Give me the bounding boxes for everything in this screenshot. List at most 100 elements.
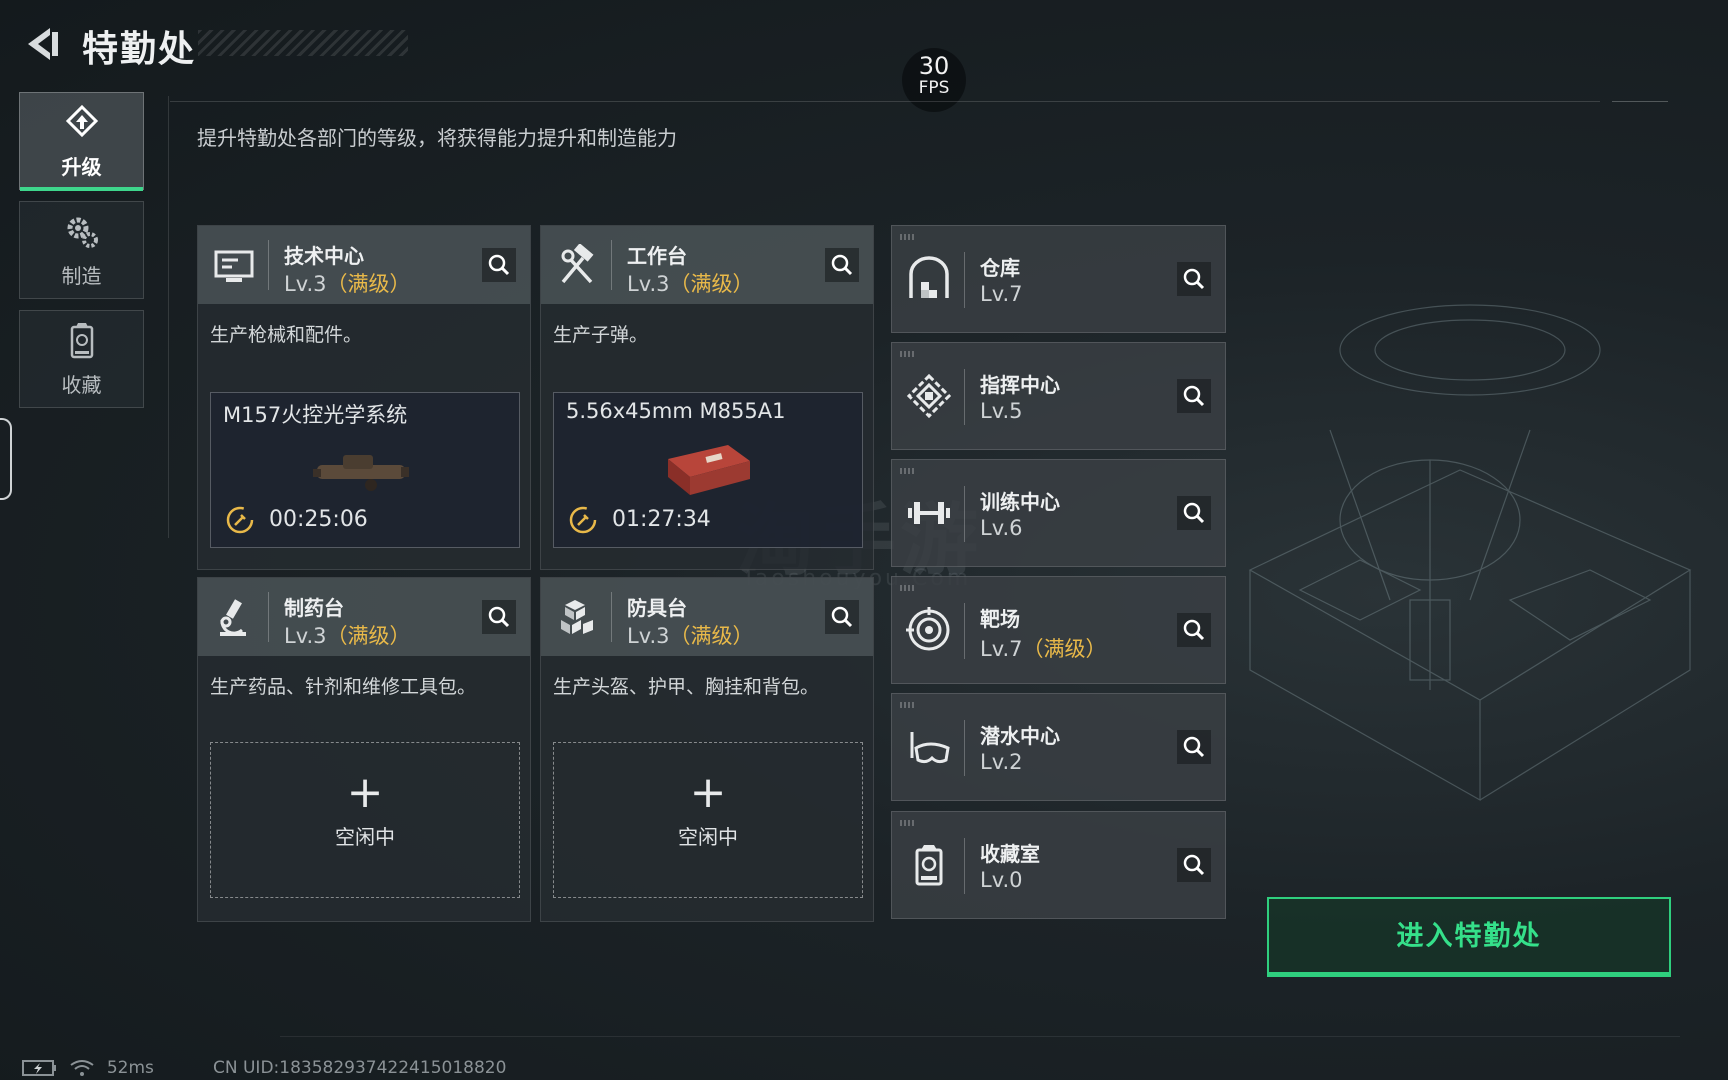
facility-name: 技术中心 xyxy=(284,244,364,268)
facility-level: Lv.3（满级） xyxy=(627,620,754,650)
header-separator xyxy=(964,486,965,542)
facility-card-command-center[interactable]: 指挥中心 Lv.5 xyxy=(891,342,1226,450)
side-drawer-handle[interactable] xyxy=(0,418,12,500)
blocks-icon xyxy=(561,600,593,634)
facility-name: 防具台 xyxy=(627,596,687,620)
search-icon xyxy=(831,606,853,628)
facility-description: 生产头盔、护甲、胸挂和背包。 xyxy=(553,676,820,698)
facility-name: 仓库 xyxy=(980,256,1020,280)
title-decoration xyxy=(198,30,408,56)
trophy-case-icon xyxy=(915,845,943,886)
header-separator xyxy=(268,592,269,642)
level-value: Lv.3 xyxy=(284,624,327,648)
sidebar-divider xyxy=(168,96,169,538)
crafting-item-name: 5.56x45mm M855A1 xyxy=(566,399,786,423)
inspect-button[interactable] xyxy=(482,248,516,282)
inspect-button[interactable] xyxy=(1177,730,1211,764)
header-separator xyxy=(964,838,965,894)
tab-collection-label: 收藏 xyxy=(61,373,102,397)
inspect-button[interactable] xyxy=(1177,262,1211,296)
max-level-tag: （满级） xyxy=(669,624,754,648)
header-divider-end xyxy=(1612,101,1668,102)
facility-level: Lv.3（满级） xyxy=(284,268,411,298)
plus-icon: + xyxy=(689,767,727,818)
inspect-button[interactable] xyxy=(482,600,516,634)
facility-name: 训练中心 xyxy=(980,490,1060,514)
level-value: Lv.5 xyxy=(980,399,1023,423)
header-separator xyxy=(964,603,965,659)
warehouse-icon xyxy=(909,256,949,298)
inspect-button[interactable] xyxy=(1177,496,1211,530)
facility-name: 制药台 xyxy=(284,596,344,620)
facility-card-diving-center[interactable]: 潜水中心 Lv.2 xyxy=(891,693,1226,801)
facility-description: 生产药品、针剂和维修工具包。 xyxy=(210,676,477,698)
max-level-tag: （满级） xyxy=(326,624,411,648)
facility-card-pharmacy[interactable]: 制药台 Lv.3（满级） 生产药品、针剂和维修工具包。 + 空闲中 xyxy=(197,577,531,922)
facility-level: Lv.3（满级） xyxy=(284,620,411,650)
microscope-icon xyxy=(220,599,246,636)
facility-card-armor[interactable]: 防具台 Lv.3（满级） 生产头盔、护甲、胸挂和背包。 + 空闲中 xyxy=(540,577,874,922)
timer-icon xyxy=(226,506,254,534)
max-level-tag: （满级） xyxy=(326,272,411,296)
search-icon xyxy=(1183,736,1205,758)
inspect-button[interactable] xyxy=(1177,379,1211,413)
facility-name: 潜水中心 xyxy=(980,724,1060,748)
status-bar: 52ms xyxy=(22,1058,154,1078)
facility-level: Lv.7 xyxy=(980,282,1023,306)
facility-card-workbench[interactable]: 工作台 Lv.3（满级） 生产子弹。 5.56x45mm M855A1 01:2… xyxy=(540,225,874,570)
tab-collection[interactable]: 收藏 xyxy=(19,310,144,408)
inspect-button[interactable] xyxy=(825,248,859,282)
inspect-button[interactable] xyxy=(1177,613,1211,647)
page-title: 特勤处 xyxy=(82,29,197,70)
header-divider xyxy=(170,101,1600,102)
facility-card-header: 制药台 Lv.3（满级） xyxy=(198,578,530,656)
crafting-slot[interactable]: M157火控光学系统 00:25:06 xyxy=(210,392,520,548)
facility-card-header: 防具台 Lv.3（满级） xyxy=(541,578,873,656)
level-value: Lv.2 xyxy=(980,750,1023,774)
inspect-button[interactable] xyxy=(825,600,859,634)
facility-name: 收藏室 xyxy=(980,842,1040,866)
facility-card-tech-center[interactable]: 技术中心 Lv.3（满级） 生产枪械和配件。 M157火控光学系统 00:25:… xyxy=(197,225,531,570)
ping-value: 52ms xyxy=(106,1058,154,1078)
idle-label: 空闲中 xyxy=(335,825,395,849)
header-separator xyxy=(964,720,965,776)
fps-value: 30 xyxy=(918,52,950,80)
page-subtitle: 提升特勤处各部门的等级，将获得能力提升和制造能力 xyxy=(197,126,677,150)
ammo-box-image xyxy=(668,445,750,495)
facility-card-shooting-range[interactable]: 靶场 Lv.7（满级） xyxy=(891,576,1226,684)
search-icon xyxy=(488,606,510,628)
facility-card-header: 工作台 Lv.3（满级） xyxy=(541,226,873,304)
idle-craft-slot[interactable]: + 空闲中 xyxy=(553,742,863,898)
crafting-timer: 01:27:34 xyxy=(612,507,711,532)
crafting-item-name: M157火控光学系统 xyxy=(223,403,408,427)
back-button[interactable] xyxy=(20,22,64,66)
crafting-slot[interactable]: 5.56x45mm M855A1 01:27:34 xyxy=(553,392,863,548)
idle-craft-slot[interactable]: + 空闲中 xyxy=(210,742,520,898)
upgrade-icon xyxy=(65,104,98,138)
header-separator xyxy=(611,592,612,642)
header-separator xyxy=(611,240,612,290)
inspect-button[interactable] xyxy=(1177,848,1211,882)
level-value: Lv.7 xyxy=(980,637,1023,661)
max-level-tag: （满级） xyxy=(669,272,754,296)
scope-item-image xyxy=(313,455,409,491)
battery-icon xyxy=(22,1060,56,1076)
facility-level: Lv.7（满级） xyxy=(980,633,1107,663)
facility-description: 生产子弹。 xyxy=(553,324,649,346)
facility-card-warehouse[interactable]: 仓库 Lv.7 xyxy=(891,225,1226,333)
search-icon xyxy=(1183,502,1205,524)
enter-special-ops-button[interactable]: 进入特勤处 xyxy=(1267,897,1671,977)
tab-craft[interactable]: 制造 xyxy=(19,201,144,299)
command-icon xyxy=(906,373,952,419)
hammer-wrench-icon xyxy=(561,244,594,284)
tab-upgrade[interactable]: 升级 xyxy=(19,92,144,191)
level-value: Lv.0 xyxy=(980,868,1023,892)
facility-card-collection-room[interactable]: 收藏室 Lv.0 xyxy=(891,811,1226,919)
plus-icon: + xyxy=(346,767,384,818)
header-separator xyxy=(964,369,965,425)
wifi-icon xyxy=(70,1060,94,1076)
max-level-tag: （满级） xyxy=(1022,637,1107,661)
gears-icon xyxy=(67,217,98,248)
facility-card-training-center[interactable]: 训练中心 Lv.6 xyxy=(891,459,1226,567)
level-value: Lv.6 xyxy=(980,516,1023,540)
